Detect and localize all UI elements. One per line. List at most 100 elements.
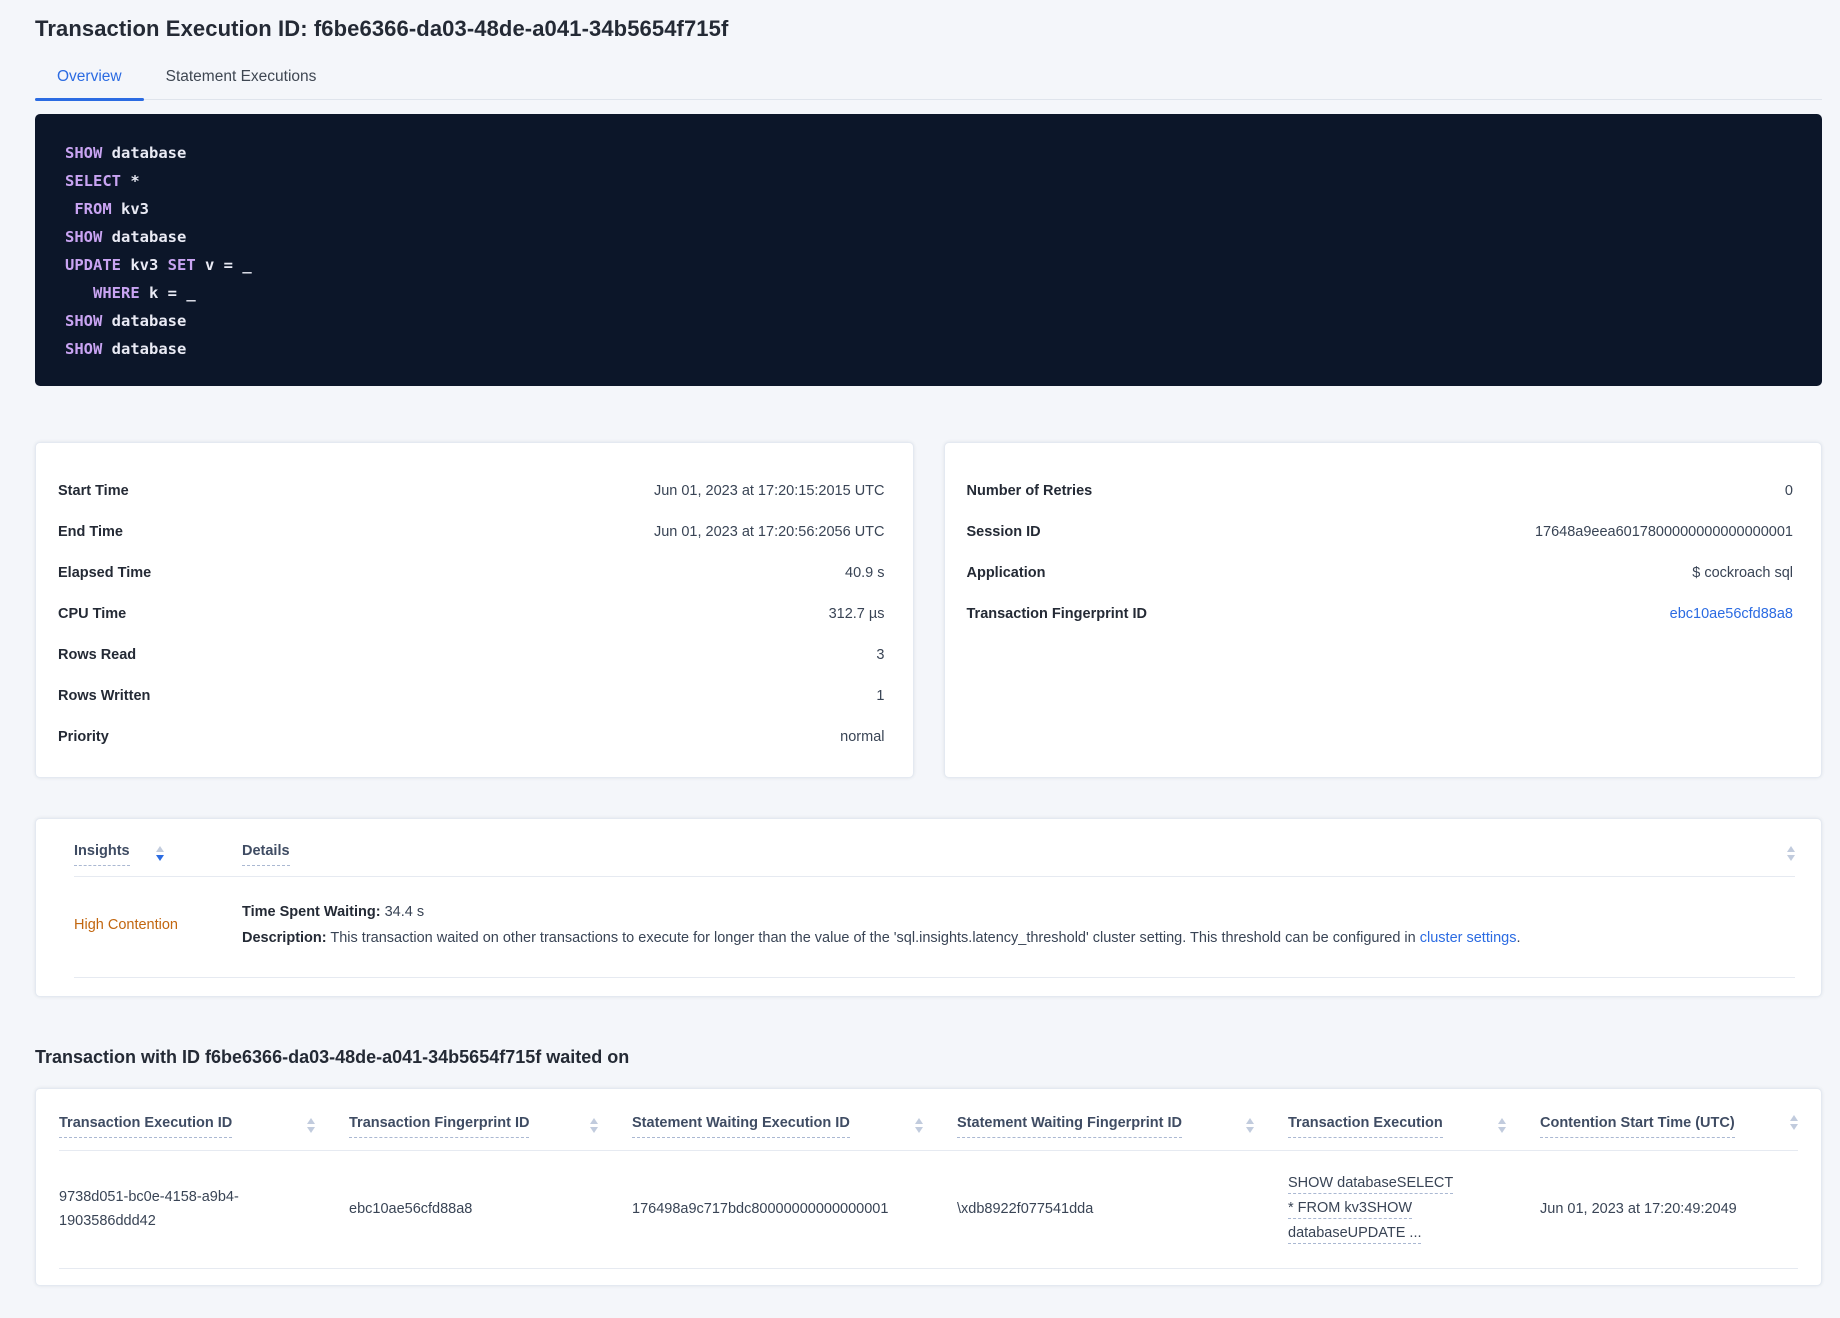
sort-desc-arrow	[1790, 1124, 1798, 1130]
sql-keyword: UPDATE	[65, 256, 121, 274]
insight-details: Time Spent Waiting: 34.4 s Description: …	[242, 899, 1795, 951]
contention-start-time-cell: Jun 01, 2023 at 17:20:49:2049	[1540, 1197, 1772, 1221]
sort-asc-arrow	[1246, 1118, 1254, 1124]
summary-row: Elapsed Time 40.9 s	[58, 552, 885, 593]
insights-column-label: Insights	[74, 843, 130, 866]
sort-icon[interactable]	[1246, 1118, 1254, 1133]
column-header-transaction-execution-id[interactable]: Transaction Execution ID	[59, 1115, 349, 1138]
insight-description: Description: This transaction waited on …	[242, 930, 1521, 946]
sort-desc-arrow	[590, 1127, 598, 1133]
sql-keyword: SHOW	[65, 144, 103, 162]
cell-value: 176498a9c717bdc80000000000000001	[632, 1200, 889, 1217]
sql-text: database	[102, 228, 187, 246]
summary-card-right: Number of Retries 0 Session ID 17648a9eea60…	[943, 442, 1822, 778]
insights-table-header: Insights Details	[74, 837, 1795, 876]
waited-on-table-header: Transaction Execution ID Transaction Fing…	[59, 1111, 1798, 1150]
tab-overview-label: Overview	[57, 68, 122, 85]
summary-label: Rows Written	[58, 687, 151, 704]
statement-waiting-fingerprint-id-cell: \xdb8922f077541dda	[957, 1197, 1288, 1221]
cluster-settings-link[interactable]: cluster settings	[1420, 930, 1517, 946]
sql-text: database	[102, 340, 187, 358]
sort-asc-arrow	[1787, 846, 1795, 852]
column-header-statement-waiting-execution-id[interactable]: Statement Waiting Execution ID	[632, 1115, 957, 1138]
sort-asc-arrow	[307, 1118, 315, 1124]
transaction-fingerprint-link[interactable]: ebc10ae56cfd88a8	[1670, 606, 1793, 622]
sort-icon[interactable]	[1787, 846, 1795, 861]
sql-text: database	[102, 312, 187, 330]
details-column-label: Details	[242, 843, 290, 866]
tab-statement-executions[interactable]: Statement Executions	[144, 68, 339, 99]
sort-asc-arrow	[1498, 1118, 1506, 1124]
sort-icon[interactable]	[915, 1118, 923, 1133]
column-header-label: Contention Start Time (UTC)	[1540, 1115, 1735, 1138]
summary-label: Number of Retries	[966, 482, 1093, 499]
sort-desc-arrow	[155, 855, 164, 861]
sort-icon[interactable]	[590, 1118, 598, 1133]
column-header-label: Statement Waiting Execution ID	[632, 1115, 850, 1138]
column-header-label: Statement Waiting Fingerprint ID	[957, 1115, 1183, 1138]
summary-label: Transaction Fingerprint ID	[966, 605, 1147, 622]
row-divider	[59, 1268, 1798, 1269]
transaction-execution-link[interactable]: SHOW databaseSELECT * FROM kv3SHOW datab…	[1288, 1171, 1460, 1246]
column-header-label: Transaction Execution	[1288, 1115, 1443, 1138]
sort-icon[interactable]	[1498, 1118, 1506, 1133]
sql-keyword: SHOW	[65, 312, 103, 330]
cell-value: ebc10ae56cfd88a8	[349, 1200, 473, 1217]
sql-line: SHOW database	[65, 307, 1792, 335]
column-header-label: Transaction Execution ID	[59, 1115, 233, 1138]
statement-waiting-execution-id-cell: 176498a9c717bdc80000000000000001	[632, 1197, 957, 1221]
tab-overview[interactable]: Overview	[35, 68, 144, 101]
sql-line: SHOW database	[65, 223, 1792, 251]
tab-statement-executions-label: Statement Executions	[165, 68, 317, 85]
transaction-execution-id-cell: 9738d051-bc0e-4158-a9b4-1903586ddd42	[59, 1185, 349, 1233]
sort-icon[interactable]	[1790, 1115, 1798, 1130]
insight-row: High Contention Time Spent Waiting: 34.4…	[74, 877, 1795, 977]
sql-line: WHERE k = _	[65, 279, 1792, 307]
summary-value: 0	[1784, 482, 1793, 499]
column-header-label: Transaction Fingerprint ID	[349, 1115, 530, 1138]
cell-value: \xdb8922f077541dda	[957, 1200, 1094, 1217]
tab-bar: Overview Statement Executions	[35, 68, 1822, 101]
summary-row: Start Time Jun 01, 2023 at 17:20:15:2015 …	[58, 470, 885, 511]
summary-label: Elapsed Time	[58, 564, 152, 581]
insights-column-header[interactable]: Insights	[74, 843, 242, 866]
summary-cards-row: Start Time Jun 01, 2023 at 17:20:15:2015 …	[35, 442, 1822, 778]
column-header-transaction-execution[interactable]: Transaction Execution	[1288, 1115, 1540, 1138]
column-header-contention-start-time-utc[interactable]: Contention Start Time (UTC)	[1540, 1115, 1772, 1138]
sql-text: kv3	[121, 256, 168, 274]
summary-row: Rows Read 3	[58, 634, 885, 675]
table-row: 9738d051-bc0e-4158-a9b4-1903586ddd42 ebc1…	[59, 1151, 1798, 1268]
sort-icon[interactable]	[307, 1118, 315, 1133]
summary-value: 3	[876, 646, 885, 663]
page-title: Transaction Execution ID: f6be6366-da03-…	[35, 16, 729, 41]
sort-icon[interactable]	[155, 846, 164, 861]
sql-line: FROM kv3	[65, 195, 1792, 223]
sql-keyword: FROM	[74, 200, 112, 218]
summary-value: 17648a9eea6017800000000000000001	[1534, 523, 1793, 540]
summary-label: End Time	[58, 523, 123, 540]
summary-row: Session ID 17648a9eea60178000000000000000…	[967, 511, 1794, 552]
summary-value: 1	[876, 687, 885, 704]
summary-value: Jun 01, 2023 at 17:20:56:2056 UTC	[653, 523, 885, 540]
transaction-fingerprint-id-cell: ebc10ae56cfd88a8	[349, 1197, 632, 1221]
sort-desc-arrow	[1246, 1127, 1254, 1133]
details-column-header[interactable]: Details	[242, 843, 1765, 866]
column-header-statement-waiting-fingerprint-id[interactable]: Statement Waiting Fingerprint ID	[957, 1115, 1288, 1138]
sql-keyword: SHOW	[65, 340, 103, 358]
waited-on-heading: Transaction with ID f6be6366-da03-48de-a…	[35, 1047, 630, 1067]
summary-value: 312.7 µs	[828, 605, 885, 622]
insights-table: Insights Details High Contention Time Sp…	[35, 818, 1822, 997]
sql-statements: SHOW database SELECT * FROM kv3 SHOW datab…	[65, 139, 1792, 363]
sql-keyword: SET	[167, 256, 196, 274]
summary-label: Application	[966, 564, 1046, 581]
sort-desc-arrow	[1787, 855, 1795, 861]
sort-asc-arrow	[155, 846, 164, 852]
cell-value: Jun 01, 2023 at 17:20:49:2049	[1540, 1200, 1737, 1217]
summary-value: Jun 01, 2023 at 17:20:15:2015 UTC	[653, 482, 885, 499]
summary-row: Number of Retries 0	[967, 470, 1794, 511]
summary-row: Priority normal	[58, 716, 885, 757]
summary-label: Session ID	[966, 523, 1041, 540]
sql-line: SELECT *	[65, 167, 1792, 195]
column-header-transaction-fingerprint-id[interactable]: Transaction Fingerprint ID	[349, 1115, 632, 1138]
